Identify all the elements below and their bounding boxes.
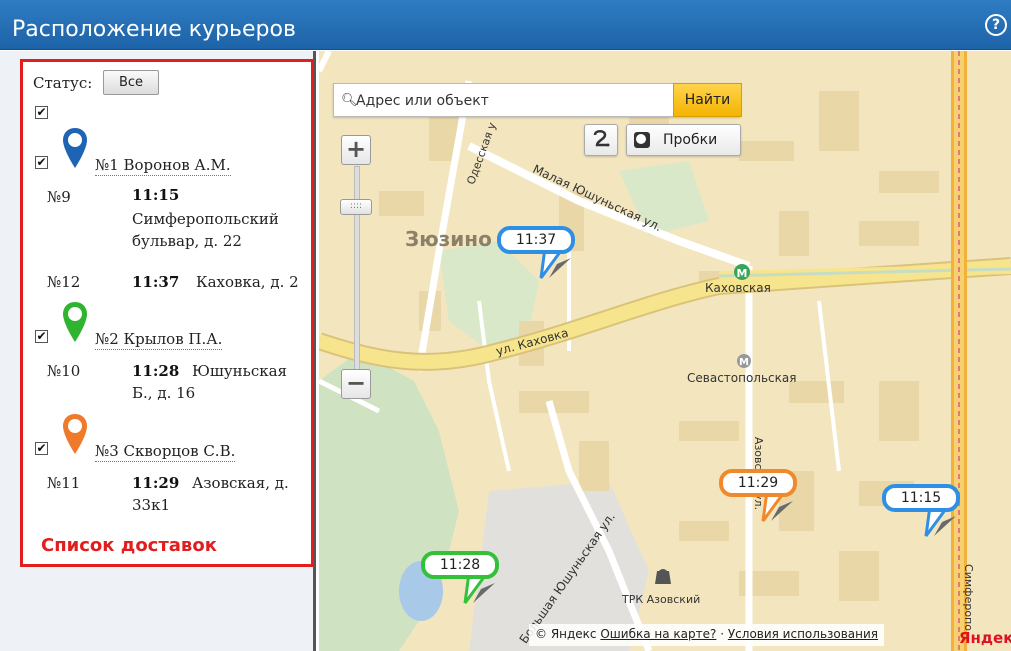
order-number: №12 [47, 273, 81, 291]
courier-3-name[interactable]: №3 Скворцов С.В. [95, 442, 236, 462]
order-number: №10 [47, 362, 81, 380]
courier-1-name[interactable]: №1 Воронов А.М. [95, 156, 231, 176]
traffic-label: Пробки [663, 132, 718, 148]
zoom-slider-handle[interactable]: :::: [340, 199, 372, 215]
status-label: Статус: [33, 74, 93, 92]
map-view[interactable]: M M Зюзино Каховская Севастопольская ул.… [319, 51, 1011, 651]
order-number: №9 [47, 188, 71, 206]
green-pin-icon [63, 302, 87, 342]
route-icon [593, 130, 610, 147]
svg-text:M: M [739, 357, 749, 368]
blue-pin-icon [63, 128, 87, 168]
courier-1-checkbox[interactable]: ✔ [35, 156, 48, 169]
order-address: Юшуньская Б., д. 16 [132, 362, 288, 402]
order-address: Симферопольский бульвар, д. 22 [132, 210, 279, 250]
title-bar: Расположение курьеров ? [0, 0, 1011, 50]
status-filter-button[interactable]: Все [103, 70, 159, 95]
find-button[interactable]: Найти [673, 83, 742, 117]
courier-3-checkbox[interactable]: ✔ [35, 442, 48, 455]
marker-time: 11:15 [882, 484, 960, 512]
district-label: Зюзино [405, 227, 492, 251]
order-address: Каховка, д. 2 [196, 273, 299, 291]
left-panel: Статус: Все ✔ ✔ №1 Воронов А.М. №9 11:15… [0, 51, 316, 651]
marker-time: 11:29 [719, 469, 797, 497]
zoom-slider-track[interactable] [354, 166, 360, 371]
zoom-in-button[interactable]: + [341, 135, 371, 165]
courier-2-checkbox[interactable]: ✔ [35, 330, 48, 343]
marker-time: 11:37 [497, 226, 575, 254]
report-error-link[interactable]: Ошибка на карте? [600, 627, 716, 641]
orange-pin-icon [63, 414, 87, 454]
order-time: 11:37 [132, 273, 180, 291]
yandex-logo: Яндекс [959, 629, 1011, 647]
metro-label: Севастопольская [687, 371, 797, 385]
map-search: 🔍︎ Найти [333, 83, 742, 117]
courier-2-name[interactable]: №2 Крылов П.А. [95, 330, 223, 350]
help-icon[interactable]: ? [985, 14, 1007, 36]
route-button[interactable] [584, 124, 618, 156]
select-all-checkbox[interactable]: ✔ [35, 106, 48, 119]
traffic-button[interactable]: Пробки [626, 124, 741, 156]
metro-label: Каховская [705, 281, 771, 295]
search-input[interactable] [356, 90, 656, 112]
order-address: Азовская, д. 33к1 [132, 474, 289, 514]
order-time: 11:15 [132, 186, 180, 204]
mall-label: ТРК Азовский [622, 593, 701, 606]
svg-text:M: M [737, 267, 748, 280]
street-label: Симферопо [961, 564, 975, 631]
copyright-text: © Яндекс [535, 627, 597, 641]
delivery-list-caption: Список доставок [41, 535, 217, 556]
marker-time: 11:28 [421, 551, 499, 579]
window-title: Расположение курьеров [12, 17, 296, 42]
zoom-out-button[interactable]: − [341, 369, 371, 399]
map-copyright: © Яндекс Ошибка на карте? · Условия испо… [529, 624, 885, 646]
delivery-list: Статус: Все ✔ ✔ №1 Воронов А.М. №9 11:15… [20, 59, 314, 567]
terms-link[interactable]: Условия использования [728, 627, 878, 641]
separator: · [720, 627, 725, 641]
order-number: №11 [47, 474, 81, 492]
traffic-icon-inner [636, 134, 646, 144]
